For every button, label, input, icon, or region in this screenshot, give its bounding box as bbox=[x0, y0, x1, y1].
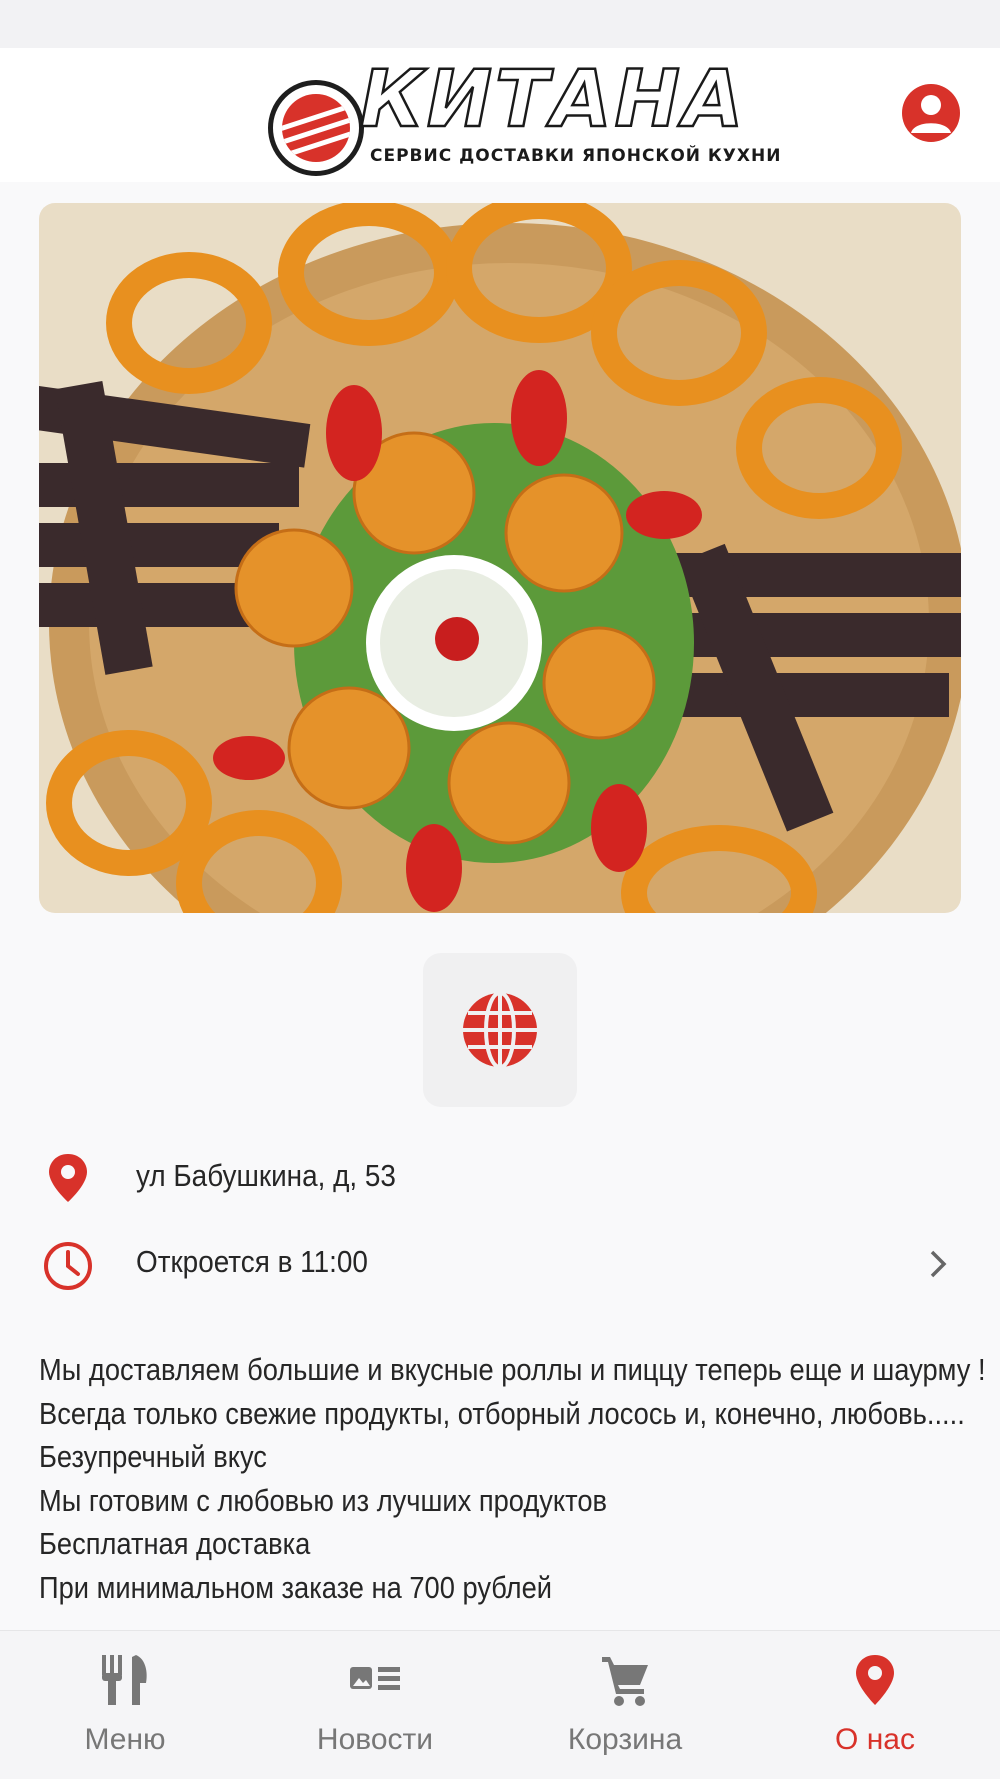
globe-icon bbox=[463, 991, 537, 1069]
logo-subtitle: СЕРВИС ДОСТАВКИ ЯПОНСКОЙ КУХНИ bbox=[370, 146, 782, 166]
clock-icon bbox=[44, 1242, 92, 1290]
hours-text: Откроется в 11:00 bbox=[136, 1244, 368, 1279]
logo-title: КИТАНА bbox=[359, 55, 747, 146]
hero-food-image bbox=[39, 203, 961, 913]
tab-menu[interactable]: Меню bbox=[0, 1631, 250, 1779]
news-icon bbox=[350, 1667, 400, 1690]
location-pin-icon bbox=[49, 1154, 87, 1202]
app-header: КИТАНА СЕРВИС ДОСТАВКИ ЯПОНСКОЙ КУХНИ bbox=[0, 48, 1000, 182]
bottom-tab-bar: Меню Новости Корзина О нас bbox=[0, 1630, 1000, 1779]
address-text: ул Бабушкина, д, 53 bbox=[136, 1158, 396, 1193]
tab-label: Корзина bbox=[567, 1723, 683, 1756]
hours-row[interactable]: Откроется в 11:00 bbox=[0, 1232, 1000, 1292]
chevron-right-icon bbox=[930, 1250, 947, 1278]
tab-label: Меню bbox=[84, 1723, 166, 1756]
description-line: Мы готовим с любовью из лучших продуктов bbox=[39, 1482, 608, 1518]
brand-logo: КИТАНА СЕРВИС ДОСТАВКИ ЯПОНСКОЙ КУХНИ bbox=[268, 55, 780, 176]
cart-icon bbox=[602, 1657, 648, 1706]
description-line: Всегда только свежие продукты, отборный … bbox=[39, 1395, 965, 1431]
address-row: ул Бабушкина, д, 53 bbox=[0, 1146, 1000, 1206]
tab-news[interactable]: Новости bbox=[250, 1631, 500, 1779]
description-line: Бесплатная доставка bbox=[39, 1526, 311, 1561]
description-line: При минимальном заказе на 700 рублей bbox=[39, 1569, 553, 1605]
logo-badge-icon bbox=[268, 80, 364, 176]
user-icon bbox=[911, 95, 951, 133]
tab-label: Новости bbox=[316, 1723, 434, 1756]
description-line: Безупречный вкус bbox=[39, 1439, 267, 1474]
tab-cart[interactable]: Корзина bbox=[500, 1631, 750, 1779]
status-bar bbox=[0, 0, 1000, 48]
about-description: Мы доставляем большие и вкусные роллы и … bbox=[39, 1348, 986, 1609]
tab-about[interactable]: О нас bbox=[750, 1631, 1000, 1779]
fork-knife-icon bbox=[102, 1655, 147, 1705]
description-line: Мы доставляем большие и вкусные роллы и … bbox=[39, 1352, 986, 1387]
location-pin-icon bbox=[856, 1655, 894, 1705]
profile-button[interactable] bbox=[902, 84, 960, 142]
tab-label: О нас bbox=[835, 1723, 915, 1756]
website-button[interactable] bbox=[423, 953, 577, 1107]
